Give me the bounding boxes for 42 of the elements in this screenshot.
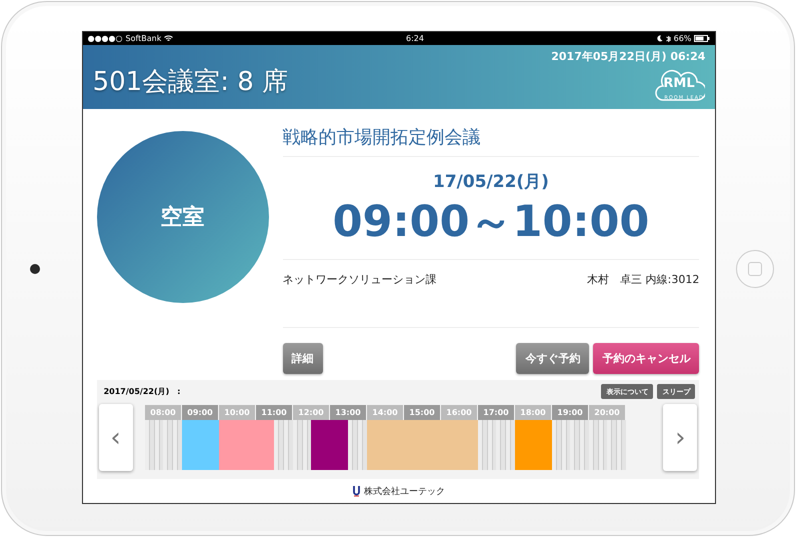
hour-label: 17:00 [478,405,514,420]
camera-icon [30,264,40,274]
hour-label: 08:00 [144,405,181,420]
company-logo-icon [352,486,360,496]
hour-label: 18:00 [514,405,551,420]
battery-icon [694,35,710,42]
meeting-title: 戦略的市場開拓定例会議 [282,109,700,157]
free-time-slot[interactable] [292,420,312,470]
hour-label: 09:00 [182,405,218,420]
hour-label: 12:00 [292,405,329,420]
hour-label: 10:00 [218,405,255,420]
battery-percentage: 66% [674,34,692,43]
details-button[interactable]: 詳細 [282,343,323,374]
signal-strength: ●●●●○ [88,34,122,43]
hour-label: 14:00 [366,405,403,420]
logo-text: RML [663,76,695,91]
booking-block[interactable] [330,420,348,470]
cancel-reservation-button[interactable]: 予約のキャンセル [593,343,700,374]
hour-label: 20:00 [588,405,625,420]
timeline-date: 2017/05/22(月) : [104,386,180,397]
meeting-time: 09:00～10:00 [282,193,700,260]
next-button[interactable]: › [663,404,698,471]
wifi-icon [164,35,174,42]
hour-label: 19:00 [552,405,588,420]
organizer-info: 木村 卓三 内線:3012 [587,272,700,287]
home-button[interactable] [736,250,774,288]
room-status-circle: 空室 [96,131,269,303]
book-now-button[interactable]: 今すぐ予約 [516,343,590,374]
hour-label: 16:00 [440,405,477,420]
bluetooth-icon [666,34,671,42]
meeting-date: 17/05/22(月) [432,171,550,193]
company-name: 株式会社ユーテック [364,486,445,498]
department-name: ネットワークソリューション課 [282,272,437,287]
current-datetime: 2017年05月22日(月) 06:24 [551,49,706,64]
previous-button[interactable]: ‹ [98,404,133,471]
carrier-name: SoftBank [126,34,162,43]
moon-icon [656,35,663,42]
hour-label: 13:00 [330,405,366,420]
room-title: 501会議室: 8 席 [92,66,288,99]
hour-label: 11:00 [256,405,292,420]
clock: 6:24 [406,34,424,43]
hour-label: 15:00 [404,405,440,420]
